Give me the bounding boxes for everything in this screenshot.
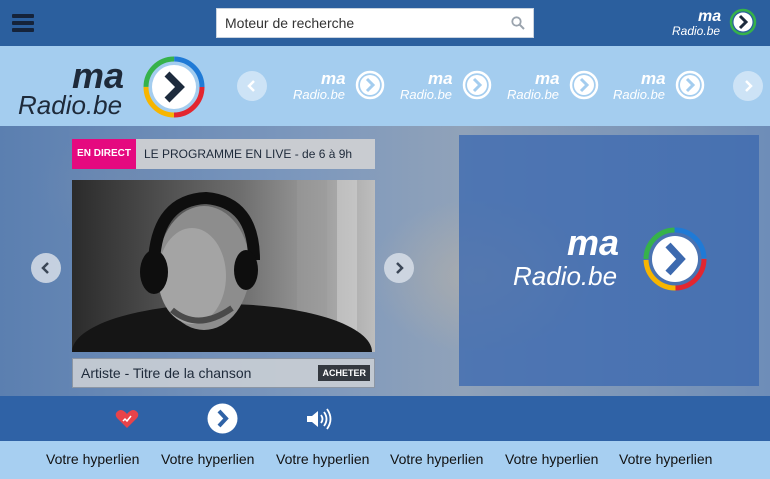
top-bar: ma Radio.be <box>0 0 770 46</box>
buy-button[interactable]: ACHETER <box>318 365 370 381</box>
volume-icon[interactable] <box>305 408 335 430</box>
heart-icon[interactable] <box>115 409 139 429</box>
main-logo[interactable]: ma Radio.be <box>16 52 211 120</box>
logo-band: ma Radio.be ma Radio.be ma Radio.be ma R… <box>0 46 770 126</box>
track-title: Artiste - Titre de la chanson <box>81 365 252 381</box>
svg-text:Radio.be: Radio.be <box>293 87 345 102</box>
footer-link[interactable]: Votre hyperlien <box>161 451 254 467</box>
svg-text:Radio.be: Radio.be <box>400 87 452 102</box>
search-box <box>216 8 534 38</box>
live-bar: EN DIRECT LE PROGRAMME EN LIVE - de 6 à … <box>72 139 375 169</box>
chevron-left-icon <box>41 262 49 274</box>
search-input[interactable] <box>217 9 497 37</box>
player-bar <box>0 396 770 441</box>
main-stage: EN DIRECT LE PROGRAMME EN LIVE - de 6 à … <box>0 126 770 396</box>
footer-link[interactable]: Votre hyperlien <box>505 451 598 467</box>
live-badge: EN DIRECT <box>72 139 136 169</box>
svg-text:ma: ma <box>428 69 453 88</box>
svg-text:Radio.be: Radio.be <box>513 261 617 291</box>
main-logo-bottom: Radio.be <box>18 90 122 120</box>
footer-link[interactable]: Votre hyperlien <box>619 451 712 467</box>
carousel-prev-button[interactable] <box>237 71 267 101</box>
station-logo-2[interactable]: ma Radio.be <box>400 68 492 104</box>
footer-link[interactable]: Votre hyperlien <box>46 451 139 467</box>
station-logo-4[interactable]: ma Radio.be <box>613 68 705 104</box>
svg-text:Radio.be: Radio.be <box>507 87 559 102</box>
chevron-left-icon <box>247 80 255 92</box>
station-panel: ma Radio.be <box>459 135 759 386</box>
artist-photo <box>72 180 375 352</box>
logo-small-bottom: Radio.be <box>672 24 720 38</box>
track-bar: Artiste - Titre de la chanson ACHETER <box>72 358 375 388</box>
svg-text:ma: ma <box>321 69 346 88</box>
chevron-right-icon <box>745 80 753 92</box>
play-icon[interactable] <box>207 403 238 434</box>
program-title: LE PROGRAMME EN LIVE - de 6 à 9h <box>144 147 353 161</box>
footer-link[interactable]: Votre hyperlien <box>390 451 483 467</box>
stage-prev-button[interactable] <box>31 253 61 283</box>
chevron-right-icon <box>396 262 404 274</box>
svg-text:Radio.be: Radio.be <box>613 87 665 102</box>
stage-next-button[interactable] <box>384 253 414 283</box>
links-bar: Votre hyperlien Votre hyperlien Votre hy… <box>0 441 770 479</box>
svg-text:ma: ma <box>535 69 560 88</box>
menu-icon[interactable] <box>12 14 34 32</box>
svg-text:ma: ma <box>567 222 619 263</box>
panel-logo: ma Radio.be <box>513 222 707 291</box>
svg-text:ma: ma <box>641 69 666 88</box>
footer-link[interactable]: Votre hyperlien <box>276 451 369 467</box>
station-logo-1[interactable]: ma Radio.be <box>293 68 385 104</box>
station-logo-3[interactable]: ma Radio.be <box>507 68 599 104</box>
logo-small[interactable]: ma Radio.be <box>672 6 762 40</box>
carousel-next-button[interactable] <box>733 71 763 101</box>
search-icon[interactable] <box>511 16 525 30</box>
logo-small-top: ma <box>698 8 721 25</box>
